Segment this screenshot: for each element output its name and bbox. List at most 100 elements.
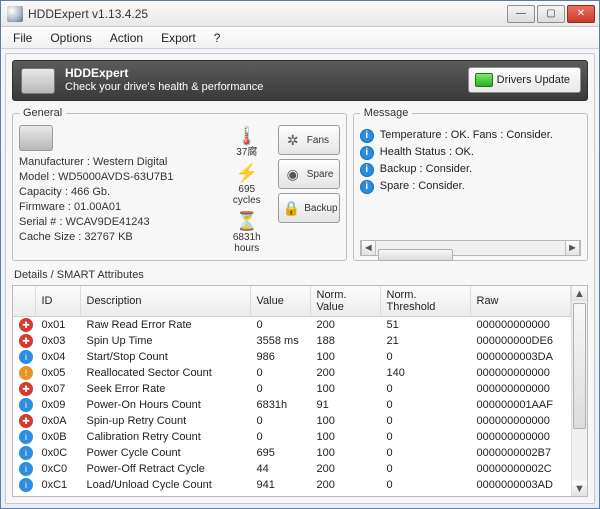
row-status-icon: !: [19, 366, 33, 380]
row-status-icon: i: [19, 462, 33, 476]
cell-nt: 0: [380, 445, 470, 461]
table-row[interactable]: ✚0x03Spin Up Time3558 ms18821000000000DE…: [13, 333, 571, 349]
cell-raw: 000000000000: [470, 413, 571, 429]
backup-label: Backup: [304, 203, 337, 214]
fans-button[interactable]: ✲ Fans: [278, 125, 340, 155]
table-row[interactable]: 🌡0xC2HDD Temperature37腐1060000000000025: [13, 493, 571, 497]
cell-raw: 000000000025: [470, 493, 571, 497]
message-item: iBackup : Consider.: [360, 161, 581, 178]
col-desc[interactable]: Description: [80, 286, 250, 317]
col-norm-value[interactable]: Norm. Value: [310, 286, 380, 317]
row-status-icon: i: [19, 398, 33, 412]
menu-file[interactable]: File: [5, 29, 40, 47]
message-hscrollbar[interactable]: ◄ ►: [360, 240, 581, 256]
close-button[interactable]: ✕: [567, 5, 595, 23]
cell-desc: Reallocated Sector Count: [80, 365, 250, 381]
table-row[interactable]: i0x04Start/Stop Count98610000000000003DA: [13, 349, 571, 365]
hourglass-icon: ⏳: [236, 210, 258, 232]
message-list: iTemperature : OK. Fans : Consider.iHeal…: [360, 127, 581, 195]
table-row[interactable]: i0xC1Load/Unload Cycle Count941200000000…: [13, 477, 571, 493]
row-status-icon: i: [19, 446, 33, 460]
info-icon: i: [360, 129, 374, 143]
window-buttons: — ▢ ✕: [507, 5, 595, 23]
table-row[interactable]: i0xC0Power-Off Retract Cycle442000000000…: [13, 461, 571, 477]
fans-label: Fans: [307, 135, 329, 146]
cell-nt: 0: [380, 461, 470, 477]
table-row[interactable]: !0x05Reallocated Sector Count02001400000…: [13, 365, 571, 381]
cell-raw: 000000000000: [470, 429, 571, 445]
scroll-down-icon[interactable]: ▼: [572, 481, 587, 496]
scroll-right-icon[interactable]: ►: [565, 241, 580, 255]
details-heading: Details / SMART Attributes: [14, 269, 586, 281]
spare-button[interactable]: ◉ Spare: [278, 159, 340, 189]
info-cache: Cache Size : 32767 KB: [19, 230, 216, 245]
cell-id: 0x05: [35, 365, 80, 381]
cell-nv: 100: [310, 429, 380, 445]
table-row[interactable]: i0x09Power-On Hours Count6831h9100000000…: [13, 397, 571, 413]
menu-options[interactable]: Options: [42, 29, 99, 47]
cell-id: 0x04: [35, 349, 80, 365]
message-text: Spare : Consider.: [380, 178, 465, 195]
spare-icon: ◉: [283, 164, 303, 184]
hours-value: 6831hhours: [233, 232, 261, 254]
menu-action[interactable]: Action: [102, 29, 151, 47]
message-item: iHealth Status : OK.: [360, 144, 581, 161]
drivers-update-button[interactable]: Drivers Update: [468, 67, 581, 93]
cell-raw: 00000000002C: [470, 461, 571, 477]
cell-value: 3558 ms: [250, 333, 310, 349]
col-norm-thresh[interactable]: Norm. Threshold: [380, 286, 470, 317]
cell-id: 0x03: [35, 333, 80, 349]
backup-button[interactable]: 🔒 Backup: [278, 193, 340, 223]
table-row[interactable]: ✚0x07Seek Error Rate01000000000000000: [13, 381, 571, 397]
cell-nt: 140: [380, 365, 470, 381]
cell-raw: 0000000002B7: [470, 445, 571, 461]
col-icon[interactable]: [13, 286, 35, 317]
cell-desc: HDD Temperature: [80, 493, 250, 497]
table-row[interactable]: i0x0BCalibration Retry Count010000000000…: [13, 429, 571, 445]
app-name: HDDExpert: [65, 66, 128, 80]
table-vscrollbar[interactable]: ▲ ▼: [571, 286, 587, 496]
smart-table: ID Description Value Norm. Value Norm. T…: [13, 286, 571, 497]
smart-table-wrap: ID Description Value Norm. Value Norm. T…: [12, 285, 588, 497]
table-row[interactable]: i0x0CPower Cycle Count69510000000000002B…: [13, 445, 571, 461]
scroll-left-icon[interactable]: ◄: [361, 241, 376, 255]
cell-value: 37腐: [250, 493, 310, 497]
cell-value: 0: [250, 413, 310, 429]
drive-info: Manufacturer : Western Digital Model : W…: [19, 125, 216, 254]
scroll-thumb[interactable]: [378, 249, 454, 261]
col-id[interactable]: ID: [35, 286, 80, 317]
row-status-icon: i: [19, 350, 33, 364]
thermometer-icon: 🌡️: [236, 125, 258, 147]
minimize-button[interactable]: —: [507, 5, 535, 23]
cell-desc: Seek Error Rate: [80, 381, 250, 397]
info-firmware: Firmware : 01.00A01: [19, 200, 216, 215]
message-item: iTemperature : OK. Fans : Consider.: [360, 127, 581, 144]
drive-icon: [19, 125, 53, 151]
col-value[interactable]: Value: [250, 286, 310, 317]
maximize-button[interactable]: ▢: [537, 5, 565, 23]
message-text: Backup : Consider.: [380, 161, 472, 178]
temp-value: 37腐: [236, 147, 257, 158]
cell-value: 986: [250, 349, 310, 365]
header-banner: HDDExpert Check your drive's health & pe…: [12, 60, 588, 101]
menu-help[interactable]: ?: [206, 29, 229, 47]
menu-export[interactable]: Export: [153, 29, 204, 47]
vscroll-thumb[interactable]: [573, 303, 586, 429]
cell-nt: 0: [380, 349, 470, 365]
cell-desc: Raw Read Error Rate: [80, 317, 250, 334]
scroll-up-icon[interactable]: ▲: [572, 286, 587, 301]
backup-icon: 🔒: [283, 198, 300, 218]
client-area: HDDExpert Check your drive's health & pe…: [5, 53, 595, 504]
cell-nv: 200: [310, 461, 380, 477]
table-row[interactable]: ✚0x01Raw Read Error Rate0200510000000000…: [13, 317, 571, 334]
cell-nt: 0: [380, 413, 470, 429]
cell-id: 0x0C: [35, 445, 80, 461]
cell-raw: 000000000000: [470, 365, 571, 381]
col-raw[interactable]: Raw: [470, 286, 571, 317]
titlebar[interactable]: HDDExpert v1.13.4.25 — ▢ ✕: [1, 1, 599, 27]
table-header-row: ID Description Value Norm. Value Norm. T…: [13, 286, 571, 317]
table-row[interactable]: ✚0x0ASpin-up Retry Count0100000000000000…: [13, 413, 571, 429]
cell-value: 695: [250, 445, 310, 461]
cell-desc: Calibration Retry Count: [80, 429, 250, 445]
cycles-icon: ⚡: [236, 162, 258, 184]
